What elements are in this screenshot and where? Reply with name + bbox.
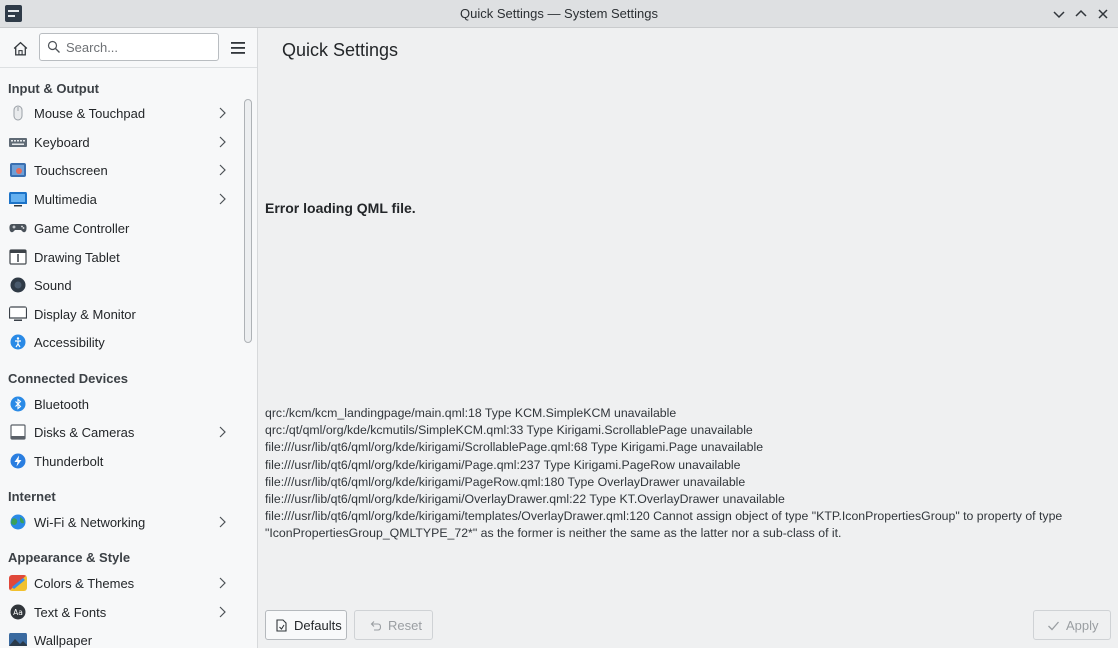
error-line: file:///usr/lib/qt6/qml/org/kde/kirigami… <box>265 440 764 455</box>
chevron-right-icon <box>219 136 226 148</box>
chevron-right-icon <box>219 107 226 119</box>
sidebar-toolbar <box>0 28 257 68</box>
error-line: file:///usr/lib/qt6/qml/org/kde/kirigami… <box>265 509 1063 541</box>
minimize-button[interactable] <box>1049 4 1069 24</box>
error-line: file:///usr/lib/qt6/qml/org/kde/kirigami… <box>265 474 746 489</box>
sidebar-item-keyboard[interactable]: Keyboard <box>0 128 238 156</box>
fonts-icon: Aa <box>10 604 26 620</box>
wallpaper-icon <box>9 633 27 646</box>
apply-button[interactable]: Apply <box>1033 610 1111 640</box>
error-heading: Error loading QML file. <box>265 200 416 216</box>
maximize-button[interactable] <box>1071 4 1091 24</box>
colors-icon <box>9 575 27 591</box>
sidebar-item-label: Wi-Fi & Networking <box>34 515 146 530</box>
sidebar-item-wallpaper[interactable]: Wallpaper <box>0 626 238 648</box>
undo-icon <box>370 620 382 631</box>
chevron-right-icon <box>219 193 226 205</box>
home-icon <box>13 41 27 56</box>
thunderbolt-icon <box>10 453 26 469</box>
multimedia-icon <box>9 192 27 207</box>
sidebar-item-bluetooth[interactable]: Bluetooth <box>0 390 238 418</box>
section-appearance-style: Appearance & Style <box>8 550 131 565</box>
sidebar-item-label: Thunderbolt <box>34 454 104 469</box>
sidebar-item-label: Wallpaper <box>34 633 93 648</box>
sidebar-item-disks-cameras[interactable]: Disks & Cameras <box>0 418 238 446</box>
mouse-icon <box>13 105 23 121</box>
close-button[interactable] <box>1093 4 1113 24</box>
main-content: Quick Settings Error loading QML file. q… <box>259 28 1118 648</box>
search-icon <box>47 40 60 53</box>
sidebar-scrollbar-thumb[interactable] <box>244 99 252 343</box>
sidebar-item-display-monitor[interactable]: Display & Monitor <box>0 300 238 328</box>
error-line: qrc:/qt/qml/org/kde/kcmutils/SimpleKCM.q… <box>265 423 753 438</box>
apply-label: Apply <box>1066 617 1099 633</box>
close-icon <box>1098 9 1108 19</box>
sidebar-item-game-controller[interactable]: Game Controller <box>0 214 238 242</box>
sidebar-item-mouse-touchpad[interactable]: Mouse & Touchpad <box>0 99 238 127</box>
sidebar-item-thunderbolt[interactable]: Thunderbolt <box>0 447 238 475</box>
search-field[interactable] <box>39 33 219 61</box>
tablet-icon <box>9 249 27 265</box>
sidebar-item-label: Drawing Tablet <box>34 250 120 265</box>
accessibility-icon <box>10 334 26 350</box>
error-line: file:///usr/lib/qt6/qml/org/kde/kirigami… <box>265 457 741 472</box>
chevron-right-icon <box>219 164 226 176</box>
document-defaults-icon <box>276 618 287 632</box>
defaults-button[interactable]: Defaults <box>265 610 347 640</box>
svg-text:Aa: Aa <box>13 608 23 617</box>
error-details: qrc:/kcm/kcm_landingpage/main.qml:18 Typ… <box>265 405 1111 543</box>
sidebar-item-label: Bluetooth <box>34 397 89 412</box>
gamepad-icon <box>9 224 27 233</box>
sidebar-item-label: Sound <box>34 278 72 293</box>
sidebar-item-label: Touchscreen <box>34 163 108 178</box>
sidebar-item-label: Keyboard <box>34 135 90 150</box>
page-title: Quick Settings <box>282 40 399 60</box>
sidebar-item-label: Game Controller <box>34 221 130 236</box>
sidebar-item-colors-themes[interactable]: Colors & Themes <box>0 569 238 597</box>
bluetooth-icon <box>10 396 26 412</box>
chevron-down-icon <box>1053 11 1065 19</box>
sidebar: Input & Output Mouse & Touchpad Keyboard <box>0 28 258 648</box>
home-button[interactable] <box>9 37 31 59</box>
chevron-right-icon <box>219 426 226 438</box>
section-internet: Internet <box>8 489 56 504</box>
sound-icon <box>10 277 26 293</box>
window-title: Quick Settings — System Settings <box>460 6 658 21</box>
keyboard-icon <box>9 138 27 147</box>
section-input-output: Input & Output <box>8 81 99 96</box>
sidebar-item-sound[interactable]: Sound <box>0 271 238 299</box>
sidebar-item-label: Multimedia <box>34 192 97 207</box>
hamburger-icon <box>231 42 245 54</box>
chevron-right-icon <box>219 516 226 528</box>
sidebar-item-label: Disks & Cameras <box>34 425 135 440</box>
monitor-icon <box>9 306 27 321</box>
sidebar-item-label: Colors & Themes <box>34 576 135 591</box>
sidebar-item-text-fonts[interactable]: Aa Text & Fonts <box>0 598 238 626</box>
sidebar-item-label: Display & Monitor <box>34 307 136 322</box>
sidebar-item-multimedia[interactable]: Multimedia <box>0 185 238 213</box>
sidebar-item-touchscreen[interactable]: Touchscreen <box>0 156 238 184</box>
disk-icon <box>10 424 26 440</box>
network-icon <box>10 514 26 530</box>
error-line: qrc:/kcm/kcm_landingpage/main.qml:18 Typ… <box>265 406 677 420</box>
sidebar-item-wifi-networking[interactable]: Wi-Fi & Networking <box>0 508 238 536</box>
section-connected-devices: Connected Devices <box>8 371 128 386</box>
chevron-up-icon <box>1075 9 1087 17</box>
sidebar-item-accessibility[interactable]: Accessibility <box>0 328 238 356</box>
sidebar-item-drawing-tablet[interactable]: Drawing Tablet <box>0 243 238 271</box>
sidebar-item-label: Accessibility <box>34 335 105 350</box>
search-input[interactable] <box>66 38 214 56</box>
hamburger-menu-button[interactable] <box>227 37 249 59</box>
reset-label: Reset <box>388 617 422 633</box>
chevron-right-icon <box>219 577 226 589</box>
chevron-right-icon <box>219 606 226 618</box>
defaults-label: Defaults <box>294 617 342 633</box>
checkmark-icon <box>1048 621 1059 630</box>
sidebar-item-label: Mouse & Touchpad <box>34 106 146 121</box>
sidebar-item-label: Text & Fonts <box>34 605 107 620</box>
title-bar: Quick Settings — System Settings <box>0 0 1118 28</box>
error-line: file:///usr/lib/qt6/qml/org/kde/kirigami… <box>265 492 785 507</box>
touchscreen-icon <box>10 163 26 177</box>
reset-button[interactable]: Reset <box>354 610 433 640</box>
